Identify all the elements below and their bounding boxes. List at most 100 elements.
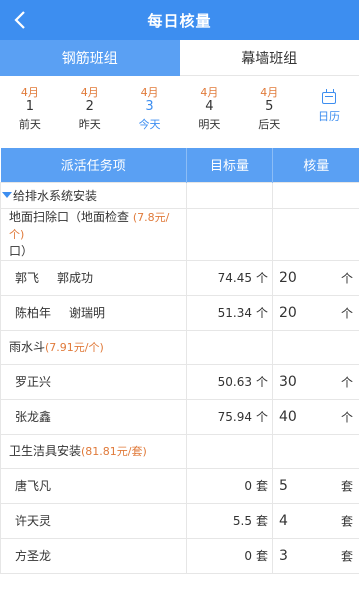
target-cell: 75.94 个 [186, 398, 273, 435]
group-row[interactable]: 给排水系统安装 [0, 181, 359, 209]
target-unit: 套 [255, 549, 268, 563]
target-unit: 套 [255, 514, 268, 528]
quantity-input[interactable]: 4套 [272, 502, 359, 539]
target-value: 0 [244, 549, 252, 563]
quantity-unit: 个 [340, 271, 353, 285]
date-day: 2 [85, 99, 94, 114]
task-row: 地面扫除口（地面检查 (7.8元/个) 口） [0, 207, 359, 261]
worker-cell: 唐飞凡 [0, 467, 187, 504]
worker-name: 许天灵 [15, 514, 52, 528]
table-row: 郭飞 郭成功 74.45 个 20 个 [0, 259, 359, 296]
date-label: 今天 [138, 118, 161, 131]
date-month: 4月 [140, 86, 159, 99]
date-tomorrow[interactable]: 4月 4 明天 [179, 86, 239, 132]
date-label: 后天 [258, 118, 281, 131]
worker-cell: 罗正兴 [0, 363, 187, 400]
worker-name: 罗正兴 [15, 375, 52, 389]
task-row: 雨水斗(7.91元/个) [0, 329, 359, 365]
task-name: 卫生洁具安装 [9, 443, 82, 458]
task-cell: 卫生洁具安装(81.81元/套) [0, 433, 187, 469]
table-row: 张龙鑫 75.94 个 40 个 [0, 398, 359, 435]
calendar-icon [322, 89, 337, 104]
quantity-value: 20 [279, 304, 297, 321]
quantity-input[interactable]: 40 个 [272, 398, 359, 435]
date-yesterday[interactable]: 4月 2 昨天 [60, 86, 120, 132]
date-day: 4 [205, 99, 214, 114]
quantity-value: 20 [279, 269, 297, 286]
target-cell: 5.5 套 [186, 502, 273, 539]
empty-cell [186, 207, 273, 261]
date-day: 3 [145, 99, 154, 114]
quantity-input[interactable]: 20 个 [272, 259, 359, 296]
date-today[interactable]: 4月 3 今天 [120, 86, 180, 132]
empty-cell [272, 433, 359, 469]
tab-curtain-wall-team[interactable]: 幕墙班组 [179, 40, 359, 76]
task-table: 派活任务项 目标量 核量 给排水系统安装 地面扫除口（地面检查 (7.8元/个)… [0, 148, 359, 574]
date-month: 4月 [260, 86, 279, 99]
table-row: 方圣龙 0套 3套 [0, 537, 359, 574]
quantity-input[interactable]: 5套 [272, 467, 359, 504]
quantity-input[interactable]: 30 个 [272, 363, 359, 400]
table-row: 陈柏年 谢瑞明 51.34 个 20 个 [0, 294, 359, 331]
date-day-after-tomorrow[interactable]: 4月 5 后天 [239, 86, 299, 132]
table-row: 许天灵 5.5 套 4套 [0, 502, 359, 539]
worker-cell: 方圣龙 [0, 537, 187, 574]
date-day: 1 [25, 99, 35, 114]
quantity-input[interactable]: 20 个 [272, 294, 359, 331]
quantity-value: 30 [279, 373, 297, 390]
date-day-before-yesterday[interactable]: 4月 1 前天 [0, 86, 60, 132]
quantity-input[interactable]: 3套 [272, 537, 359, 574]
target-cell: 50.63 个 [186, 363, 273, 400]
target-value: 0 [244, 479, 252, 493]
worker-cell: 许天灵 [0, 502, 187, 539]
calendar-button[interactable]: 日历 [299, 86, 359, 124]
quantity-unit: 个 [340, 410, 353, 424]
quantity-value: 3 [279, 547, 288, 564]
worker-name: 谢瑞明 [69, 306, 106, 320]
team-tabs: 钢筋班组 幕墙班组 [0, 40, 359, 76]
back-icon[interactable] [8, 6, 32, 34]
header-target: 目标量 [186, 148, 273, 182]
empty-cell [272, 207, 359, 261]
date-month: 4月 [80, 86, 99, 99]
tab-rebar-team[interactable]: 钢筋班组 [0, 40, 180, 76]
task-price: (81.81元/套) [81, 444, 147, 458]
target-cell: 51.34 个 [186, 294, 273, 331]
expand-triangle-icon[interactable] [2, 192, 12, 198]
header-quantity: 核量 [272, 148, 359, 182]
date-label: 前天 [18, 118, 41, 131]
task-price: (7.91元/个) [45, 340, 104, 354]
worker-name: 张龙鑫 [15, 410, 52, 424]
task-name-part: 口） [9, 243, 34, 258]
target-unit: 个 [255, 271, 268, 285]
group-cell: 给排水系统安装 [0, 181, 187, 209]
target-value: 75.94 [217, 410, 252, 424]
header-task-item: 派活任务项 [0, 148, 187, 182]
quantity-unit: 套 [340, 514, 353, 528]
worker-cell: 郭飞 郭成功 [0, 259, 187, 296]
quantity-value: 5 [279, 477, 288, 494]
table-header-row: 派活任务项 目标量 核量 [0, 148, 359, 182]
app-header: 每日核量 [0, 0, 359, 40]
target-value: 51.34 [217, 306, 252, 320]
quantity-value: 4 [279, 512, 288, 529]
empty-cell [186, 181, 273, 209]
target-cell: 0套 [186, 537, 273, 574]
quantity-unit: 个 [340, 375, 353, 389]
task-cell: 雨水斗(7.91元/个) [0, 329, 187, 365]
target-unit: 套 [255, 479, 268, 493]
empty-cell [272, 181, 359, 209]
target-value: 50.63 [217, 375, 252, 389]
date-selector: 4月 1 前天 4月 2 昨天 4月 3 今天 4月 4 明天 4月 5 后天 … [0, 76, 359, 148]
task-name: 雨水斗 [9, 339, 46, 354]
table-row: 罗正兴 50.63 个 30 个 [0, 363, 359, 400]
calendar-label: 日历 [318, 110, 341, 123]
worker-cell: 张龙鑫 [0, 398, 187, 435]
page-title: 每日核量 [147, 11, 212, 30]
task-name: 地面扫除口（地面检查 (7.8元/个) 口） [1, 209, 186, 260]
task-row: 卫生洁具安装(81.81元/套) [0, 433, 359, 469]
date-label: 昨天 [78, 118, 101, 131]
group-name: 给排水系统安装 [13, 188, 98, 203]
target-value: 5.5 [232, 514, 252, 528]
date-month: 4月 [200, 86, 219, 99]
